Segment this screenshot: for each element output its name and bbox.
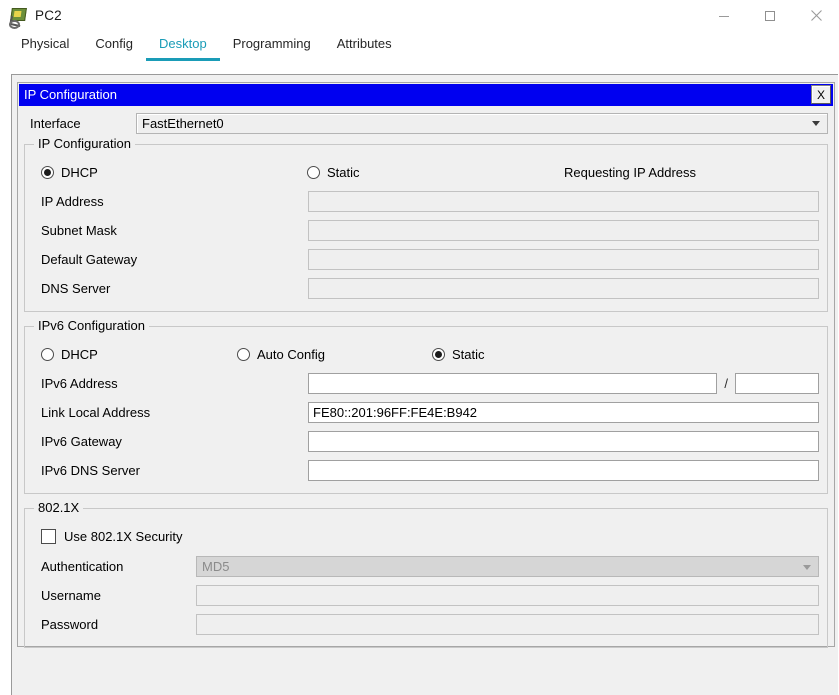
subnet-mask-input[interactable] [308, 220, 819, 241]
checkbox-unchecked-icon [41, 528, 56, 544]
tab-desktop[interactable]: Desktop [146, 36, 220, 61]
password-label: Password [41, 617, 99, 632]
close-icon[interactable] [793, 0, 839, 31]
ipv6-dhcp-radio[interactable]: DHCP [41, 347, 237, 362]
dot1x-group: 802.1X Use 802.1X Security Authenticatio… [24, 500, 828, 648]
tab-programming[interactable]: Programming [220, 36, 324, 61]
tab-physical[interactable]: Physical [8, 36, 82, 61]
dialog-close-button[interactable]: X [811, 85, 831, 104]
authentication-row: Authentication MD5 [25, 556, 827, 577]
tab-attributes[interactable]: Attributes [324, 36, 405, 61]
default-gateway-input[interactable] [308, 249, 819, 270]
interface-select[interactable]: FastEthernet0 [136, 112, 828, 134]
ipv4-status-text: Requesting IP Address [564, 164, 697, 180]
username-input[interactable] [196, 585, 819, 606]
dialog-header: IP Configuration X [19, 84, 833, 106]
ipv6-group-legend: IPv6 Configuration [34, 318, 149, 334]
password-input[interactable] [196, 614, 819, 635]
interface-row: Interface FastEthernet0 [24, 112, 828, 134]
use-dot1x-security-label: Use 802.1X Security [64, 528, 183, 544]
authentication-select[interactable]: MD5 [196, 556, 819, 577]
maximize-icon[interactable] [747, 0, 793, 31]
authentication-label: Authentication [41, 559, 124, 574]
ipv6-configuration-group: IPv6 Configuration DHCP Auto Config Stat… [24, 318, 828, 494]
desktop-panel: IP Configuration X Interface FastEtherne… [11, 74, 838, 695]
authentication-value: MD5 [202, 559, 230, 574]
dns-server-row: DNS Server [25, 278, 827, 299]
ipv4-mode-row: DHCP Static Requesting IP Address [25, 161, 827, 183]
radio-on-icon [41, 165, 54, 179]
username-label: Username [41, 588, 101, 603]
chevron-down-icon [812, 121, 820, 126]
link-local-address-label: Link Local Address [41, 405, 151, 420]
link-local-address-row: Link Local Address FE80::201:96FF:FE4E:B… [25, 402, 827, 423]
window-title: PC2 [35, 8, 62, 23]
radio-off-icon [237, 347, 250, 361]
ipv6-gateway-row: IPv6 Gateway [25, 431, 827, 452]
ipv4-dhcp-label: DHCP [61, 164, 98, 180]
dns-server-label: DNS Server [41, 281, 111, 296]
ipv6-address-input[interactable] [308, 373, 718, 394]
tab-bar: Physical Config Desktop Programming Attr… [0, 31, 839, 61]
ipv6-dns-server-row: IPv6 DNS Server [25, 460, 827, 481]
ipv6-autoconfig-radio[interactable]: Auto Config [237, 347, 432, 362]
ipv6-static-label: Static [452, 346, 485, 362]
ipv6-gateway-label: IPv6 Gateway [41, 434, 122, 449]
ipv4-static-radio[interactable]: Static [307, 165, 564, 180]
radio-off-icon [41, 347, 54, 361]
ipv6-static-radio[interactable]: Static [432, 347, 485, 362]
ip-address-input[interactable] [308, 191, 819, 212]
ip-address-label: IP Address [41, 194, 104, 209]
default-gateway-row: Default Gateway [25, 249, 827, 270]
username-row: Username [25, 585, 827, 606]
ipv6-dns-server-input[interactable] [308, 460, 819, 481]
ipv4-configuration-group: IP Configuration DHCP Static Requesting … [24, 136, 828, 312]
tab-config[interactable]: Config [82, 36, 146, 61]
radio-on-icon [432, 347, 445, 361]
ip-configuration-dialog: IP Configuration X Interface FastEtherne… [17, 82, 835, 648]
use-dot1x-security-checkbox[interactable]: Use 802.1X Security [25, 525, 827, 547]
subnet-mask-label: Subnet Mask [41, 223, 117, 238]
ipv6-address-row: IPv6 Address / [25, 373, 827, 394]
ipv6-prefix-length-input[interactable] [735, 373, 819, 394]
window-titlebar: PC2 [0, 0, 839, 31]
minimize-icon[interactable] [701, 0, 747, 31]
ipv6-mode-row: DHCP Auto Config Static [25, 343, 827, 365]
ipv6-prefix-separator: / [724, 376, 728, 391]
default-gateway-label: Default Gateway [41, 252, 138, 267]
ipv4-static-label: Static [327, 164, 360, 180]
subnet-mask-row: Subnet Mask [25, 220, 827, 241]
ipv6-dns-server-label: IPv6 DNS Server [41, 463, 140, 478]
link-local-address-input[interactable]: FE80::201:96FF:FE4E:B942 [308, 402, 819, 423]
radio-off-icon [307, 165, 320, 179]
ipv4-dhcp-radio[interactable]: DHCP [41, 165, 307, 180]
ipv6-dhcp-label: DHCP [61, 346, 98, 362]
ipv6-autoconfig-label: Auto Config [257, 346, 325, 362]
window-controls [701, 0, 839, 31]
ipv4-group-legend: IP Configuration [34, 136, 135, 152]
interface-label: Interface [30, 115, 81, 131]
ipv6-gateway-input[interactable] [308, 431, 819, 452]
interface-value: FastEthernet0 [142, 115, 224, 131]
dns-server-input[interactable] [308, 278, 819, 299]
dot1x-group-legend: 802.1X [34, 500, 84, 516]
chevron-down-icon [803, 564, 811, 570]
ipv6-address-label: IPv6 Address [41, 376, 118, 391]
dialog-title: IP Configuration [24, 87, 117, 102]
ip-address-row: IP Address [25, 191, 827, 212]
pc-device-icon [8, 6, 28, 29]
password-row: Password [25, 614, 827, 635]
